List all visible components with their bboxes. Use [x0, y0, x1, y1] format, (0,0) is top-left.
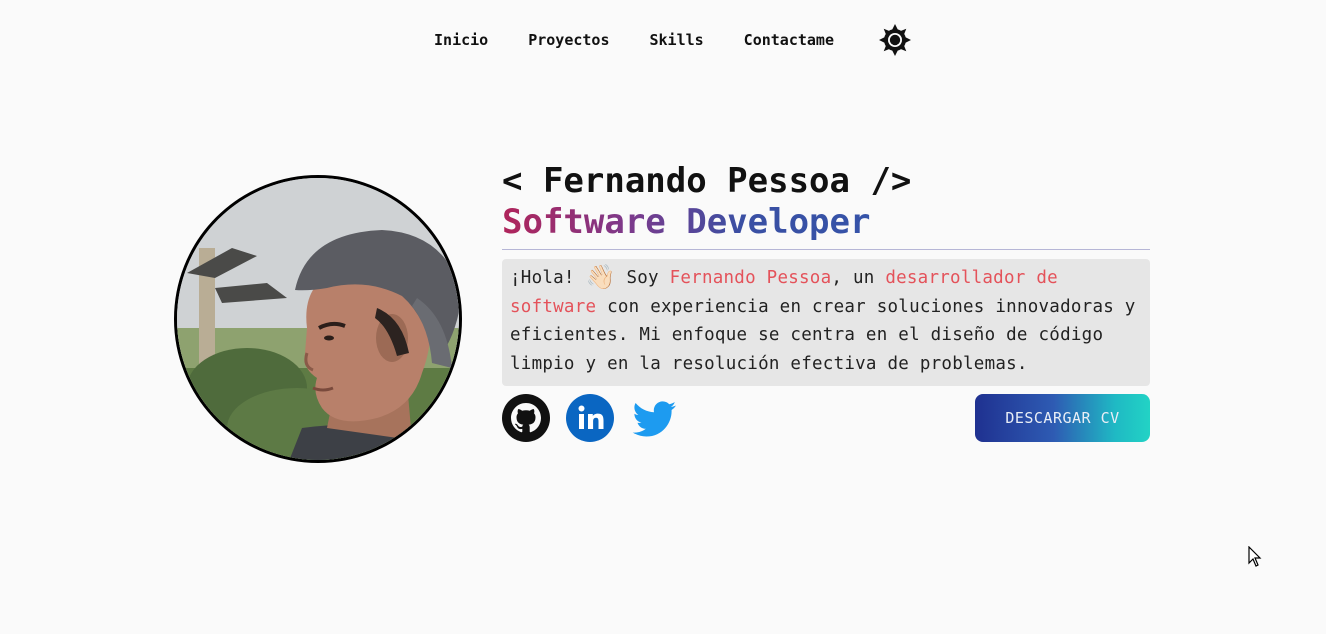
bio-mid: , un — [831, 268, 886, 288]
bio-paragraph: ¡Hola! 👋🏻 Soy Fernando Pessoa, un desarr… — [502, 259, 1150, 386]
wave-icon: 👋🏻 — [585, 263, 616, 291]
sun-icon — [878, 24, 911, 56]
main-nav: Inicio Proyectos Skills Contactame — [0, 22, 1326, 58]
divider — [502, 249, 1150, 250]
profile-photo — [177, 178, 459, 460]
bio-intro: Soy — [615, 268, 670, 288]
social-links — [502, 394, 678, 442]
bio-greeting: ¡Hola! — [510, 268, 575, 288]
twitter-icon — [632, 401, 676, 437]
bio-rest: con experiencia en crear soluciones inno… — [510, 296, 1136, 374]
linkedin-icon — [566, 394, 614, 442]
nav-link-contactame[interactable]: Contactame — [744, 31, 834, 49]
twitter-link[interactable] — [630, 394, 678, 442]
mouse-cursor-icon — [1248, 546, 1262, 567]
hero-name-heading: < Fernando Pessoa /> — [502, 161, 912, 201]
actions-row: DESCARGAR CV — [502, 394, 1150, 442]
hero-section: < Fernando Pessoa /> Software Developer … — [502, 160, 1150, 442]
hero-role-heading: Software Developer — [502, 202, 871, 242]
github-icon — [502, 394, 550, 442]
github-link[interactable] — [502, 394, 550, 442]
theme-toggle-button[interactable] — [878, 23, 912, 57]
nav-link-inicio[interactable]: Inicio — [434, 31, 488, 49]
nav-link-proyectos[interactable]: Proyectos — [528, 31, 609, 49]
linkedin-link[interactable] — [566, 394, 614, 442]
profile-avatar — [174, 175, 462, 463]
nav-link-skills[interactable]: Skills — [649, 31, 703, 49]
download-cv-button[interactable]: DESCARGAR CV — [975, 394, 1150, 442]
bio-name-highlight: Fernando Pessoa — [669, 268, 832, 288]
